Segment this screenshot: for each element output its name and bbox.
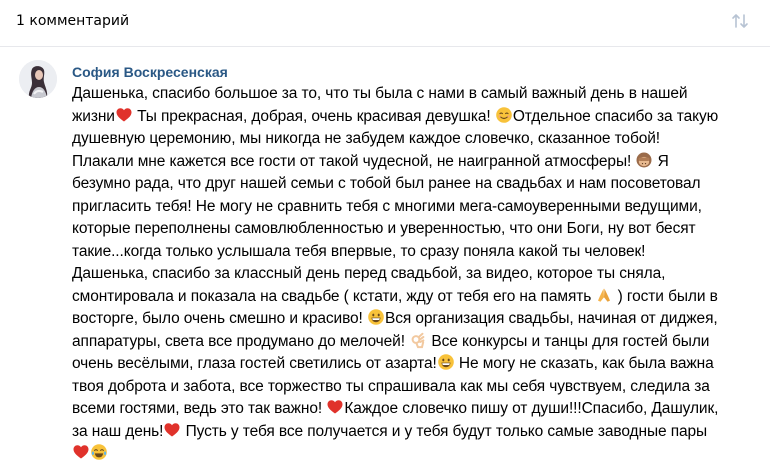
heart-icon: [163, 421, 181, 447]
comment-line-text: пригласить тебя! Не могу не сравнить теб…: [72, 197, 702, 215]
sort-icon[interactable]: [730, 11, 750, 31]
comment-line: которые переполнены самовлюбленностью и …: [72, 218, 762, 241]
comment-line: душевную церемонию, мы никогда не забуде…: [72, 128, 762, 151]
heart-icon: [326, 398, 344, 424]
comment-line: Дашенька, спасибо за классный день перед…: [72, 263, 762, 286]
comment-line-text: Я: [653, 152, 669, 170]
comment-line: аппаратуры, света все продумано до мелоч…: [72, 331, 762, 354]
comment-line-text: Каждое словечко пишу от души!!!Спасибо, …: [344, 400, 719, 417]
comment-line-text: душевную церемонию, мы никогда не забуде…: [72, 130, 661, 147]
comment-line: восторге, было очень смешно и красиво! В…: [72, 308, 762, 331]
comment-line: безумно рада, что друг нашей семьи с тоб…: [72, 173, 762, 196]
comments-header: 1 комментарий: [0, 0, 770, 46]
comment-line-text: Ты прекрасная, добрая, очень красивая де…: [132, 107, 495, 125]
comment-line-text: такие...когда только услышала тебя вперв…: [72, 242, 646, 260]
comment-line-text: Пусть у тебя все получается и у тебя буд…: [181, 422, 708, 440]
comment-line: за наш день! Пусть у тебя все получается…: [72, 421, 762, 444]
comment-line-text: Дашенька, спасибо большое за то, что ты …: [72, 85, 688, 102]
comment-line-text: смонтировала и показала на свадьбе ( кст…: [72, 287, 596, 305]
grinning-face-icon: [367, 308, 385, 334]
comment-line-text: Все конкурсы и танцы для гостей были: [427, 332, 710, 350]
comment-line-text: Не могу не сказать, как была важна: [454, 355, 714, 372]
comment-line: такие...когда только услышала тебя вперв…: [72, 241, 762, 264]
tears-of-joy-face-icon: [90, 443, 108, 469]
comment-line: [72, 443, 762, 466]
comment-line: твоя доброта и забота, все торжество ты …: [72, 376, 762, 399]
comment-line-text: безумно рада, что друг нашей семьи с тоб…: [72, 175, 701, 192]
comment-line: Дашенька, спасибо большое за то, что ты …: [72, 83, 762, 106]
comment-line-text: ) гости были в: [613, 287, 718, 305]
comment-line: жизни Ты прекрасная, добрая, очень краси…: [72, 106, 762, 129]
comment-item: София Воскресенская Дашенька, спасибо бо…: [0, 47, 770, 460]
comment-line-text: аппаратуры, света все продумано до мелоч…: [72, 332, 410, 350]
avatar[interactable]: [19, 60, 57, 98]
comment-author[interactable]: София Воскресенская: [72, 63, 228, 81]
comment-line: пригласить тебя! Не могу не сравнить теб…: [72, 196, 762, 219]
comment-line-text: восторге, было очень смешно и красиво!: [72, 310, 367, 327]
comment-line-text: жизни: [72, 107, 115, 125]
comment-line-text: Дашенька, спасибо за классный день перед…: [72, 265, 666, 282]
comment-line: Плакали мне кажется все гости от такой ч…: [72, 151, 762, 174]
comment-line-text: Вся организация свадьбы, начиная от дидж…: [384, 310, 718, 327]
comments-count: 1 комментарий: [16, 13, 130, 29]
comment-line-text: за наш день!: [72, 422, 164, 440]
grinning-face-icon: [437, 353, 455, 379]
comment-line-text: очень весёлыми, глаза гостей светились о…: [72, 355, 437, 372]
comment-line-text: всеми гостями, ведь это так важно!: [72, 400, 327, 417]
comment-line-text: Отдельное спасибо за такую: [512, 107, 719, 125]
comment-line: смонтировала и показала на свадьбе ( кст…: [72, 286, 762, 309]
comment-line-text: которые переполнены самовлюбленностью и …: [72, 220, 696, 237]
comment-text: Дашенька, спасибо большое за то, что ты …: [72, 83, 762, 466]
comment-line: очень весёлыми, глаза гостей светились о…: [72, 353, 762, 376]
comment-line-text: Плакали мне кажется все гости от такой ч…: [72, 152, 636, 170]
comment-line-text: твоя доброта и забота, все торжество ты …: [72, 377, 710, 395]
comment-line: всеми гостями, ведь это так важно! Каждо…: [72, 398, 762, 421]
heart-icon: [72, 443, 90, 469]
